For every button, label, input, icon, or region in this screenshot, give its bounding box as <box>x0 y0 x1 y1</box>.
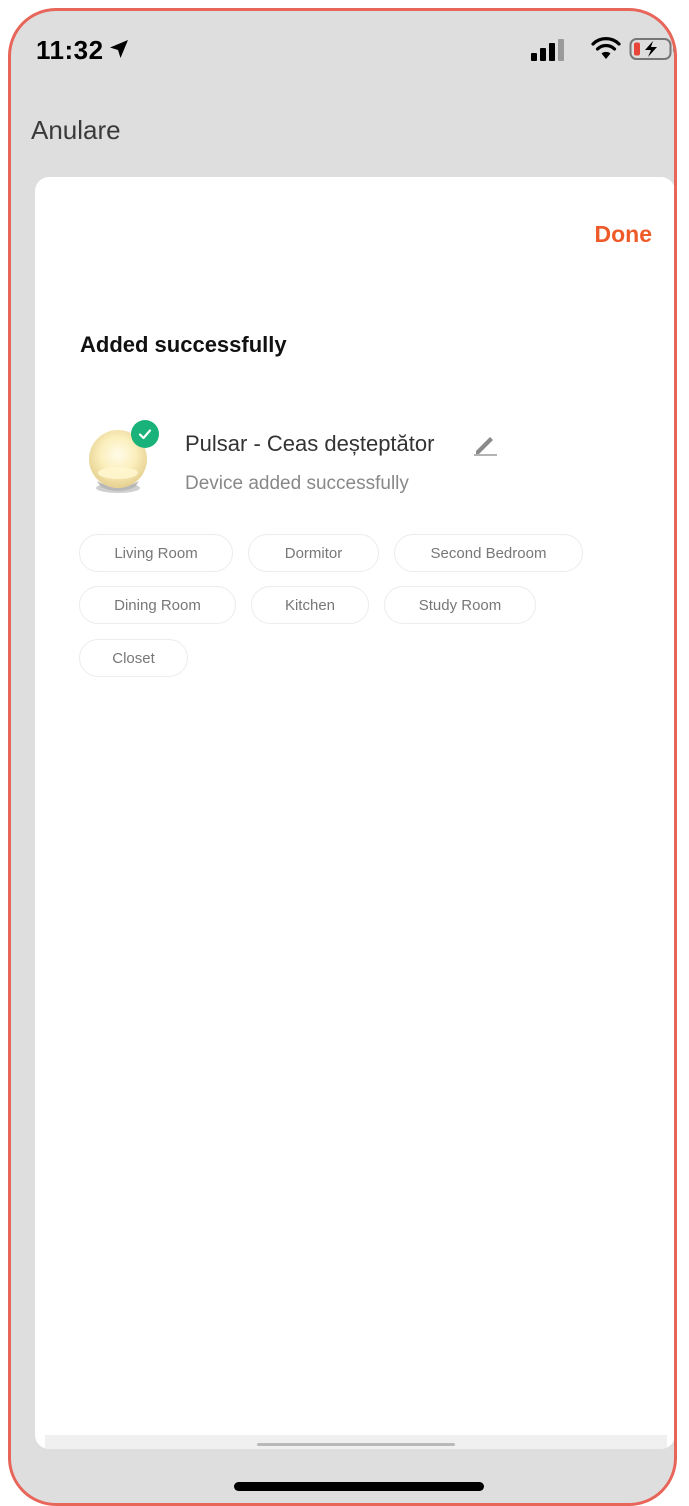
home-indicator[interactable] <box>234 1482 484 1491</box>
status-time: 11:32 <box>36 35 104 65</box>
device-status: Device added successfully <box>185 473 409 494</box>
pencil-icon[interactable] <box>472 432 498 456</box>
cellular-signal-icon <box>531 39 564 61</box>
phone-frame: 11:32 Anulare Done Added successfully Pu… <box>8 8 677 1506</box>
room-chip-closet[interactable]: Closet <box>79 639 188 677</box>
sheet-bottom-bar <box>45 1435 667 1449</box>
room-chip-dormitor[interactable]: Dormitor <box>248 534 379 572</box>
battery-charging-icon <box>629 38 674 60</box>
cancel-button[interactable]: Anulare <box>31 115 121 146</box>
sheet-grabber <box>257 1443 455 1446</box>
room-chip-kitchen[interactable]: Kitchen <box>251 586 369 624</box>
check-badge-icon <box>131 420 159 448</box>
room-chip-second-bedroom[interactable]: Second Bedroom <box>394 534 583 572</box>
device-name: Pulsar - Ceas deșteptător <box>185 431 435 456</box>
room-chip-living-room[interactable]: Living Room <box>79 534 233 572</box>
wifi-icon <box>591 37 621 59</box>
room-chip-study-room[interactable]: Study Room <box>384 586 536 624</box>
success-heading: Added successfully <box>80 332 287 357</box>
room-chip-dining-room[interactable]: Dining Room <box>79 586 236 624</box>
done-button[interactable]: Done <box>595 221 653 248</box>
status-bar: 11:32 <box>11 11 674 91</box>
location-arrow-icon <box>110 40 128 58</box>
add-device-sheet: Done Added successfully Pulsar - Ceas de… <box>35 177 674 1449</box>
